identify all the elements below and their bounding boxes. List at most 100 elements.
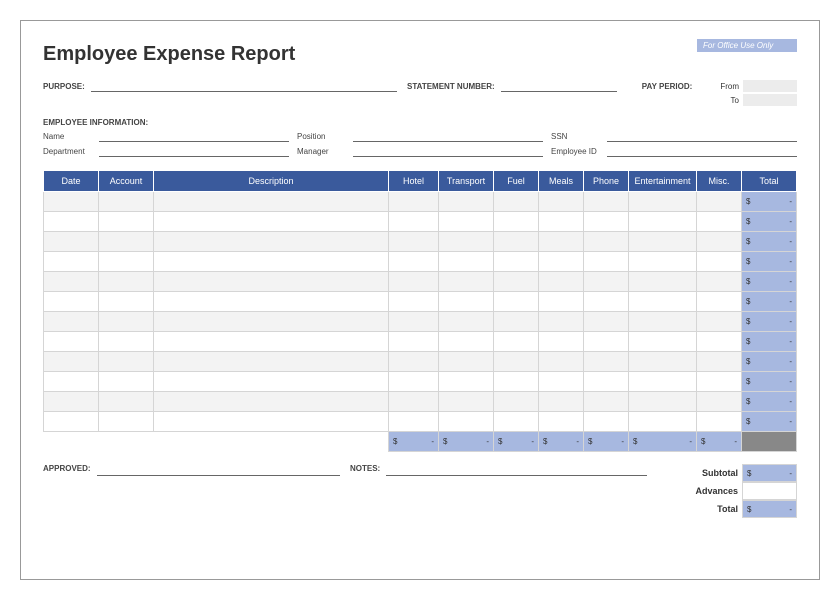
cell-input[interactable] xyxy=(494,392,539,412)
cell-input[interactable] xyxy=(99,312,154,332)
cell-input[interactable] xyxy=(154,372,389,392)
cell-input[interactable] xyxy=(697,192,742,212)
cell-input[interactable] xyxy=(99,252,154,272)
department-input[interactable] xyxy=(99,145,289,157)
cell-input[interactable] xyxy=(494,372,539,392)
cell-input[interactable] xyxy=(99,272,154,292)
cell-input[interactable] xyxy=(629,352,697,372)
cell-input[interactable] xyxy=(389,252,439,272)
cell-input[interactable] xyxy=(584,192,629,212)
cell-input[interactable] xyxy=(697,372,742,392)
cell-input[interactable] xyxy=(697,312,742,332)
cell-input[interactable] xyxy=(154,252,389,272)
cell-input[interactable] xyxy=(539,212,584,232)
ssn-input[interactable] xyxy=(607,130,797,142)
cell-input[interactable] xyxy=(99,212,154,232)
cell-input[interactable] xyxy=(539,312,584,332)
cell-input[interactable] xyxy=(539,252,584,272)
cell-input[interactable] xyxy=(539,192,584,212)
cell-input[interactable] xyxy=(584,352,629,372)
cell-input[interactable] xyxy=(154,192,389,212)
manager-input[interactable] xyxy=(353,145,543,157)
cell-input[interactable] xyxy=(44,332,99,352)
cell-input[interactable] xyxy=(154,312,389,332)
cell-input[interactable] xyxy=(154,412,389,432)
cell-input[interactable] xyxy=(99,332,154,352)
cell-input[interactable] xyxy=(697,252,742,272)
notes-input[interactable] xyxy=(386,464,647,476)
cell-input[interactable] xyxy=(494,232,539,252)
cell-input[interactable] xyxy=(539,372,584,392)
cell-input[interactable] xyxy=(539,412,584,432)
cell-input[interactable] xyxy=(99,352,154,372)
cell-input[interactable] xyxy=(154,352,389,372)
statement-number-input[interactable] xyxy=(501,80,617,92)
cell-input[interactable] xyxy=(44,252,99,272)
cell-input[interactable] xyxy=(629,332,697,352)
cell-input[interactable] xyxy=(44,272,99,292)
cell-input[interactable] xyxy=(99,392,154,412)
cell-input[interactable] xyxy=(697,392,742,412)
advances-value[interactable] xyxy=(742,482,797,500)
cell-input[interactable] xyxy=(154,292,389,312)
cell-input[interactable] xyxy=(539,292,584,312)
cell-input[interactable] xyxy=(439,392,494,412)
cell-input[interactable] xyxy=(439,412,494,432)
cell-input[interactable] xyxy=(99,372,154,392)
purpose-input[interactable] xyxy=(91,80,397,92)
cell-input[interactable] xyxy=(439,332,494,352)
cell-input[interactable] xyxy=(584,332,629,352)
cell-input[interactable] xyxy=(629,412,697,432)
cell-input[interactable] xyxy=(389,352,439,372)
cell-input[interactable] xyxy=(697,332,742,352)
cell-input[interactable] xyxy=(389,332,439,352)
cell-input[interactable] xyxy=(539,352,584,372)
pay-to-input[interactable] xyxy=(743,94,797,106)
cell-input[interactable] xyxy=(389,232,439,252)
cell-input[interactable] xyxy=(439,272,494,292)
cell-input[interactable] xyxy=(439,212,494,232)
cell-input[interactable] xyxy=(697,212,742,232)
cell-input[interactable] xyxy=(629,372,697,392)
cell-input[interactable] xyxy=(44,412,99,432)
cell-input[interactable] xyxy=(99,192,154,212)
cell-input[interactable] xyxy=(44,212,99,232)
pay-from-input[interactable] xyxy=(743,80,797,92)
cell-input[interactable] xyxy=(584,252,629,272)
cell-input[interactable] xyxy=(629,192,697,212)
cell-input[interactable] xyxy=(44,372,99,392)
cell-input[interactable] xyxy=(439,372,494,392)
cell-input[interactable] xyxy=(494,272,539,292)
cell-input[interactable] xyxy=(494,332,539,352)
cell-input[interactable] xyxy=(389,292,439,312)
cell-input[interactable] xyxy=(494,252,539,272)
cell-input[interactable] xyxy=(584,232,629,252)
cell-input[interactable] xyxy=(629,232,697,252)
cell-input[interactable] xyxy=(389,312,439,332)
cell-input[interactable] xyxy=(494,292,539,312)
cell-input[interactable] xyxy=(584,372,629,392)
cell-input[interactable] xyxy=(539,272,584,292)
cell-input[interactable] xyxy=(154,332,389,352)
cell-input[interactable] xyxy=(439,312,494,332)
cell-input[interactable] xyxy=(629,252,697,272)
cell-input[interactable] xyxy=(584,392,629,412)
cell-input[interactable] xyxy=(389,272,439,292)
cell-input[interactable] xyxy=(154,212,389,232)
employee-id-input[interactable] xyxy=(607,145,797,157)
name-input[interactable] xyxy=(99,130,289,142)
cell-input[interactable] xyxy=(697,412,742,432)
cell-input[interactable] xyxy=(629,292,697,312)
cell-input[interactable] xyxy=(44,352,99,372)
cell-input[interactable] xyxy=(584,412,629,432)
cell-input[interactable] xyxy=(154,232,389,252)
cell-input[interactable] xyxy=(154,272,389,292)
cell-input[interactable] xyxy=(439,252,494,272)
cell-input[interactable] xyxy=(99,292,154,312)
cell-input[interactable] xyxy=(389,192,439,212)
cell-input[interactable] xyxy=(697,232,742,252)
cell-input[interactable] xyxy=(44,192,99,212)
cell-input[interactable] xyxy=(697,292,742,312)
approved-input[interactable] xyxy=(97,464,340,476)
cell-input[interactable] xyxy=(389,412,439,432)
